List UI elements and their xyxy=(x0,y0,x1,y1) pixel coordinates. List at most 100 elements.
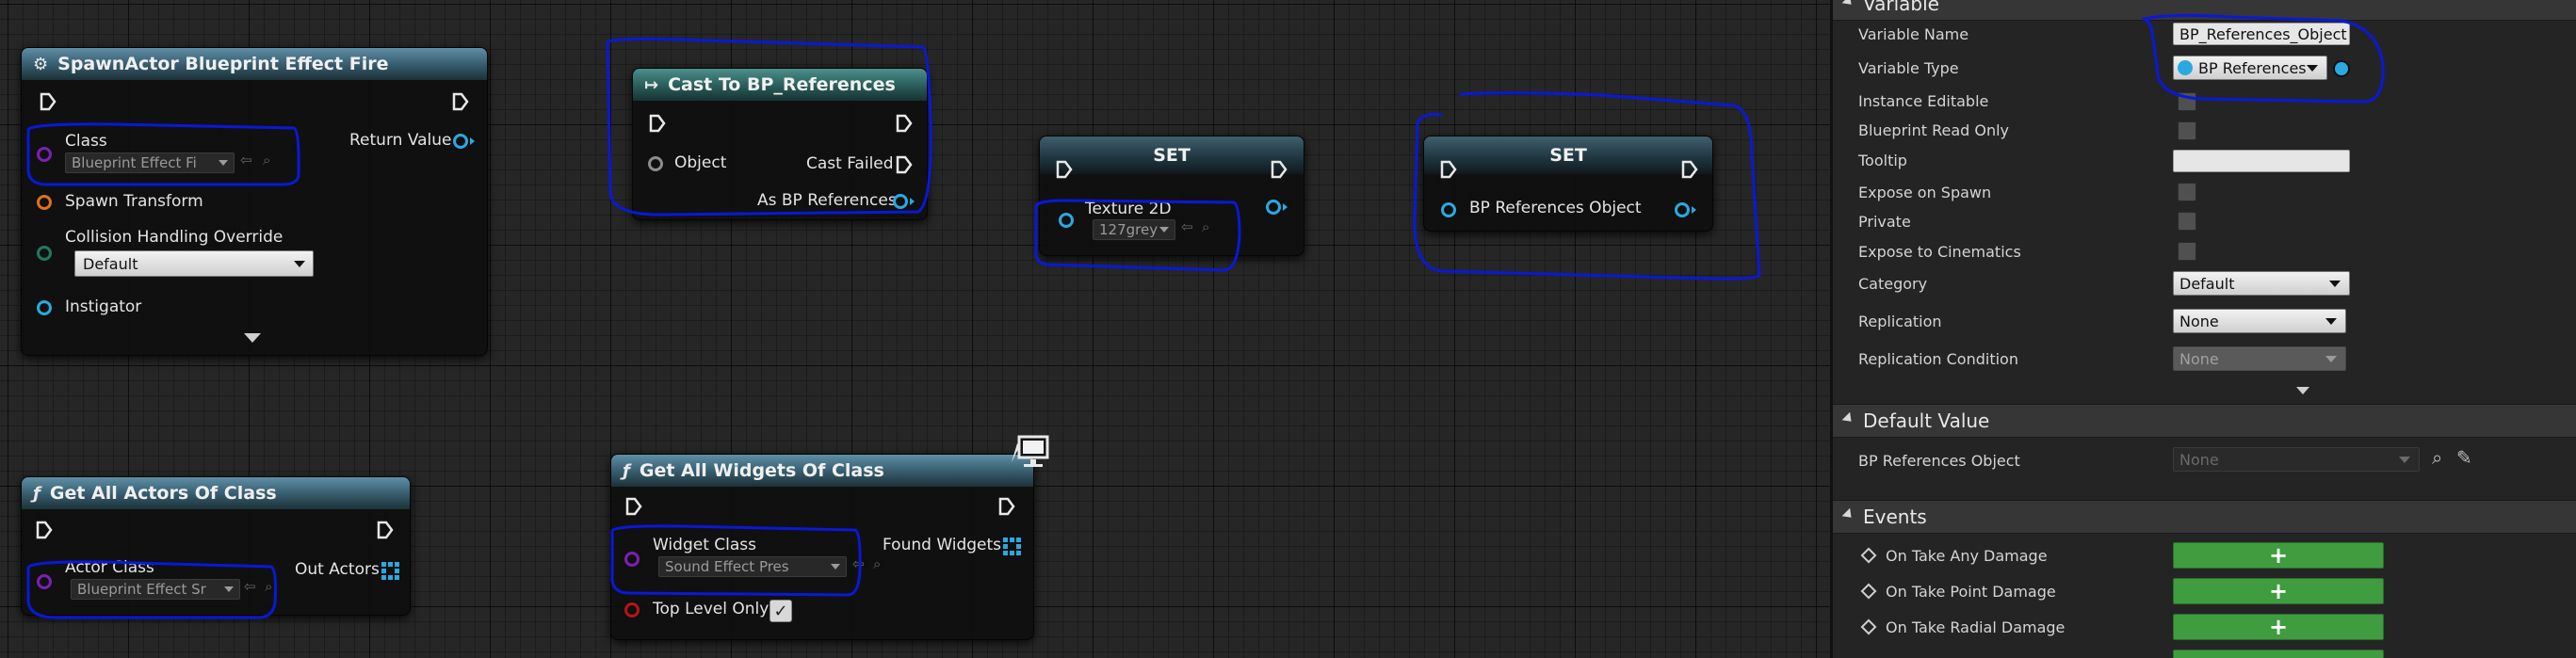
exec-in-pin[interactable] xyxy=(648,113,667,134)
browse-search-icon[interactable]: ⌕ xyxy=(265,578,272,595)
top-level-only-label: Top Level Only xyxy=(653,600,770,618)
cast-to-bp-references-node[interactable]: ↦ Cast To BP_References Object Cast Fail… xyxy=(632,68,928,220)
blueprint-graph-canvas[interactable]: ⚙ SpawnActor Blueprint Effect Fire Class… xyxy=(0,0,1830,658)
cast-failed-exec-pin[interactable] xyxy=(895,154,914,175)
exec-in-pin[interactable] xyxy=(1439,159,1458,180)
use-selected-arrow-icon[interactable]: ⇦ xyxy=(244,578,256,595)
browse-search-icon[interactable]: ⌕ xyxy=(2432,446,2442,469)
exec-out-pin[interactable] xyxy=(997,496,1016,517)
collision-override-pin[interactable] xyxy=(37,246,52,261)
default-value-label: BP References Object xyxy=(1858,452,2020,470)
events-section-header[interactable]: Events xyxy=(1833,500,2576,534)
as-bp-references-label: As BP References xyxy=(757,191,897,210)
tooltip-field[interactable] xyxy=(2173,150,2350,172)
spawn-transform-label: Spawn Transform xyxy=(65,192,203,211)
top-level-only-pin[interactable] xyxy=(624,602,640,618)
collision-override-select[interactable]: Default xyxy=(74,250,314,277)
default-value-section-header[interactable]: Default Value xyxy=(1833,404,2576,438)
exec-in-pin[interactable] xyxy=(1055,159,1074,180)
use-selected-arrow-icon[interactable]: ⇦ xyxy=(852,555,865,572)
exec-out-pin[interactable] xyxy=(376,520,395,540)
exec-out-pin[interactable] xyxy=(895,113,914,134)
exec-out-pin[interactable] xyxy=(1270,159,1288,180)
bp-references-object-pin[interactable] xyxy=(1441,202,1456,217)
advanced-expand-icon[interactable] xyxy=(2296,387,2309,394)
category-select[interactable]: Default xyxy=(2173,271,2350,296)
found-widgets-array-pin[interactable] xyxy=(1001,536,1022,556)
exec-in-pin[interactable] xyxy=(35,520,54,540)
set-texture-node-header[interactable]: SET xyxy=(1040,136,1304,174)
widget-class-pin[interactable] xyxy=(624,552,640,567)
event-label: On Take Any Damage xyxy=(1886,547,2048,565)
use-selected-arrow-icon[interactable]: ⇦ xyxy=(240,152,252,169)
class-pin[interactable] xyxy=(37,147,52,162)
add-event-button[interactable]: + xyxy=(2173,578,2384,604)
add-event-button[interactable]: + xyxy=(2173,542,2384,569)
out-actors-label: Out Actors xyxy=(295,560,380,579)
set-bp-references-node-header[interactable]: SET xyxy=(1424,136,1712,174)
collapse-arrow-icon[interactable] xyxy=(1841,507,1855,522)
instigator-label: Instigator xyxy=(65,297,142,316)
browse-search-icon[interactable]: ⌕ xyxy=(263,152,270,169)
bp-references-output-pin[interactable] xyxy=(1675,202,1690,217)
function-icon: ƒ xyxy=(33,483,41,504)
return-value-pin-arrow xyxy=(470,137,475,145)
replication-condition-select[interactable]: None xyxy=(2173,346,2346,371)
object-pin[interactable] xyxy=(648,156,663,171)
found-widgets-label: Found Widgets xyxy=(883,536,1002,554)
expose-on-spawn-checkbox[interactable] xyxy=(2178,183,2196,201)
texture-select[interactable]: 127grey xyxy=(1093,219,1175,240)
return-value-pin[interactable] xyxy=(453,134,468,149)
spawn-transform-pin[interactable] xyxy=(37,195,52,210)
top-level-only-checkbox[interactable]: ✓ xyxy=(770,600,792,622)
default-value-select[interactable]: None xyxy=(2173,447,2420,472)
cast-node-title: Cast To BP_References xyxy=(668,74,896,95)
spawn-actor-node-header[interactable]: ⚙ SpawnActor Blueprint Effect Fire xyxy=(22,48,487,80)
set-texture-node[interactable]: SET Texture 2D 127grey ⇦ ⌕ xyxy=(1039,136,1304,256)
tooltip-label: Tooltip xyxy=(1858,152,1907,169)
exec-in-pin[interactable] xyxy=(624,496,643,517)
set-bp-references-node[interactable]: SET BP References Object xyxy=(1423,136,1713,232)
collapse-arrow-icon[interactable] xyxy=(1841,411,1855,425)
private-checkbox[interactable] xyxy=(2178,212,2196,231)
exec-in-pin[interactable] xyxy=(39,91,57,112)
browse-search-icon[interactable]: ⌕ xyxy=(873,555,881,572)
add-event-button-partial[interactable] xyxy=(2173,650,2384,658)
as-bp-references-pin-arrow xyxy=(910,198,915,205)
out-actors-array-pin[interactable] xyxy=(380,560,400,581)
browse-search-icon[interactable]: ⌕ xyxy=(1202,218,1209,235)
bp-references-output-pin-arrow xyxy=(1692,206,1696,214)
client-only-monitor-icon xyxy=(1012,435,1049,467)
widget-class-select[interactable]: Sound Effect Pres xyxy=(658,556,847,577)
actor-class-select[interactable]: Blueprint Effect Sr xyxy=(71,579,240,600)
texture-output-pin[interactable] xyxy=(1266,200,1281,215)
actor-class-pin[interactable] xyxy=(37,574,52,589)
function-icon: ƒ xyxy=(623,460,630,481)
texture-2d-pin[interactable] xyxy=(1059,213,1074,228)
hand-drawn-annotation xyxy=(2142,13,2385,104)
replication-select[interactable]: None xyxy=(2173,309,2346,333)
collision-override-label: Collision Handling Override xyxy=(65,228,284,247)
details-panel[interactable]: Variable Variable Name BP_References_Obj… xyxy=(1830,0,2576,658)
get-all-actors-node[interactable]: ƒ Get All Actors Of Class Actor Class Bl… xyxy=(21,476,411,616)
exec-out-pin[interactable] xyxy=(451,91,470,112)
event-diamond-icon xyxy=(1860,547,1877,564)
pick-actor-eyedropper-icon[interactable]: ✎ xyxy=(2456,446,2472,469)
exec-out-pin[interactable] xyxy=(1680,159,1699,180)
instigator-pin[interactable] xyxy=(37,300,52,315)
get-all-widgets-node-header[interactable]: ƒ Get All Widgets Of Class xyxy=(611,455,1033,487)
bp-references-object-label: BP References Object xyxy=(1469,199,1642,217)
texture-2d-label: Texture 2D xyxy=(1085,200,1172,218)
return-value-label: Return Value xyxy=(349,131,452,150)
set-bp-references-title: SET xyxy=(1549,145,1587,166)
add-event-button[interactable]: + xyxy=(2173,614,2384,640)
get-all-actors-node-header[interactable]: ƒ Get All Actors Of Class xyxy=(22,477,410,509)
advanced-expand-icon[interactable] xyxy=(244,333,261,343)
as-bp-references-pin[interactable] xyxy=(893,194,908,209)
spawn-actor-node[interactable]: ⚙ SpawnActor Blueprint Effect Fire Class… xyxy=(21,47,488,356)
class-select[interactable]: Blueprint Effect Fi xyxy=(65,152,235,173)
expose-to-cinematics-checkbox[interactable] xyxy=(2178,242,2196,261)
use-selected-arrow-icon[interactable]: ⇦ xyxy=(1181,218,1193,235)
cast-node-header[interactable]: ↦ Cast To BP_References xyxy=(633,69,927,101)
get-all-widgets-node[interactable]: ƒ Get All Widgets Of Class Widget Class … xyxy=(610,454,1034,640)
